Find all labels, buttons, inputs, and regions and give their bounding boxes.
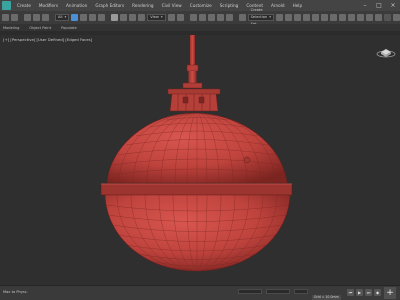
lamp-rod-collar: [186, 64, 199, 72]
ribbon-tabs: Modeling Object Paint Populate: [0, 24, 400, 31]
script-label: Max to Physc.: [3, 290, 28, 294]
go-to-end-icon[interactable]: ⏭: [365, 289, 372, 296]
menu-create[interactable]: Create: [13, 0, 35, 11]
menu-help[interactable]: Help: [289, 0, 307, 11]
render-iterative-icon[interactable]: [375, 14, 382, 21]
add-icon[interactable]: +: [384, 287, 396, 299]
lamp-band: [100, 183, 293, 196]
link-icon[interactable]: [24, 14, 31, 21]
menu-civil-view[interactable]: Civil View: [158, 0, 186, 11]
scale-icon[interactable]: [129, 14, 137, 21]
rotate-icon[interactable]: [120, 14, 128, 21]
x-coordinate-field[interactable]: [238, 289, 262, 294]
redo-icon[interactable]: [11, 14, 18, 21]
spinner-snap-icon[interactable]: [225, 14, 233, 21]
toggle-layer-explorer-icon[interactable]: [303, 14, 310, 21]
mirror-icon[interactable]: [276, 14, 283, 21]
snaps-toggle-icon[interactable]: [198, 14, 206, 21]
pivot-center-icon[interactable]: [167, 14, 175, 21]
percent-snap-icon[interactable]: [216, 14, 224, 21]
y-coordinate-field[interactable]: [266, 289, 290, 294]
a360-gallery-icon[interactable]: [393, 14, 400, 21]
chevron-down-icon: ▾: [269, 15, 271, 19]
toggle-ribbon-icon[interactable]: [312, 14, 319, 21]
key-mode-icon[interactable]: ◆: [374, 289, 381, 296]
region-select-icon[interactable]: [89, 14, 97, 21]
select-by-name-icon[interactable]: [80, 14, 88, 21]
grid-readout: Grid = 10.0mm: [312, 295, 341, 300]
schematic-view-icon[interactable]: [330, 14, 337, 21]
close-icon[interactable]: ×: [386, 0, 400, 11]
play-icon[interactable]: ▶: [356, 289, 363, 296]
z-coordinate-field[interactable]: [294, 289, 308, 294]
menu-modifiers[interactable]: Modifiers: [35, 0, 62, 11]
go-to-start-icon[interactable]: ⏮: [347, 289, 354, 296]
lamp-rod: [190, 35, 195, 67]
keyboard-shortcut-icon[interactable]: [189, 14, 197, 21]
tab-object-paint[interactable]: Object Paint: [29, 26, 51, 30]
chevron-down-icon: ▾: [160, 15, 163, 19]
curve-editor-icon[interactable]: [321, 14, 328, 21]
menu-animation[interactable]: Animation: [62, 0, 91, 11]
render-setup-icon[interactable]: [348, 14, 355, 21]
status-bar: Max to Physc. Grid = 10.0mm ⏮ ▶ ⏭ ◆ +: [0, 285, 400, 300]
select-manipulate-icon[interactable]: [176, 14, 184, 21]
render-production-icon[interactable]: [366, 14, 373, 21]
app-logo-icon[interactable]: [2, 1, 11, 10]
unlink-icon[interactable]: [33, 14, 40, 21]
menu-arnold[interactable]: Arnold: [267, 0, 289, 11]
maxscript-listener[interactable]: Max to Physc.: [3, 290, 28, 294]
toggle-scene-explorer-icon[interactable]: [294, 14, 301, 21]
tab-populate[interactable]: Populate: [61, 26, 77, 30]
reference-coord-value: View: [150, 15, 159, 19]
selection-filter-value: All: [58, 15, 63, 19]
window-crossing-icon[interactable]: [98, 14, 106, 21]
selection-filter-dropdown[interactable]: All ▾: [55, 14, 70, 21]
move-icon[interactable]: [111, 14, 119, 21]
bind-space-warp-icon[interactable]: [42, 14, 49, 21]
perspective-viewport[interactable]: [+] [Perspective] [User Defined] [Edged …: [0, 35, 400, 285]
chevron-down-icon: ▾: [64, 15, 67, 19]
render-in-cloud-icon[interactable]: [384, 14, 391, 21]
viewcube-icon[interactable]: [375, 44, 397, 58]
main-toolbar: All ▾ View ▾ Create Selection Set ▾: [0, 8, 400, 26]
minimize-icon[interactable]: –: [358, 0, 372, 11]
place-icon[interactable]: [138, 14, 146, 21]
material-editor-icon[interactable]: [339, 14, 346, 21]
edit-named-selection-icon[interactable]: [238, 14, 246, 21]
lamp-screw: [243, 156, 251, 164]
menu-graph-editors[interactable]: Graph Editors: [91, 0, 128, 11]
maximize-icon[interactable]: □: [372, 0, 386, 11]
angle-snap-icon[interactable]: [207, 14, 215, 21]
lamp-model[interactable]: [0, 35, 400, 285]
menu-customize[interactable]: Customize: [186, 0, 216, 11]
menu-rendering[interactable]: Rendering: [128, 0, 157, 11]
lamp-crown-rim: [167, 88, 221, 95]
lamp-neck-ring: [182, 82, 203, 89]
menu-bar: Create Modifiers Animation Graph Editors…: [0, 0, 400, 11]
menu-scripting[interactable]: Scripting: [216, 0, 243, 11]
undo-icon[interactable]: [2, 14, 9, 21]
align-icon[interactable]: [285, 14, 292, 21]
named-selection-dropdown[interactable]: Create Selection Set ▾: [247, 8, 274, 26]
tab-modeling[interactable]: Modeling: [3, 26, 19, 30]
reference-coord-dropdown[interactable]: View ▾: [147, 14, 166, 21]
select-object-icon[interactable]: [71, 14, 79, 21]
rendered-frame-window-icon[interactable]: [357, 14, 364, 21]
